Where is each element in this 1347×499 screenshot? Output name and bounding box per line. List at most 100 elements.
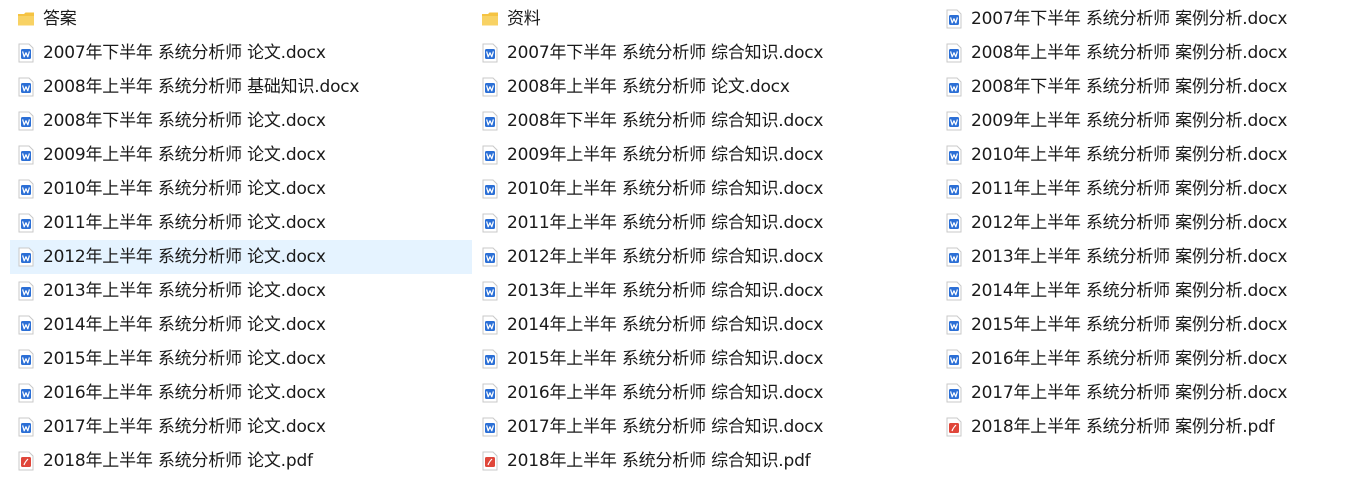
file-item[interactable]: 2013年上半年 系统分析师 论文.docx (10, 274, 472, 308)
word-doc-icon (945, 8, 963, 30)
word-doc-icon-graphic (946, 145, 962, 165)
word-doc-icon-graphic (482, 281, 498, 301)
file-item[interactable]: 2017年上半年 系统分析师 案例分析.docx (938, 376, 1347, 410)
file-item[interactable]: 2018年上半年 系统分析师 论文.pdf (10, 444, 472, 478)
file-item[interactable]: 2008年上半年 系统分析师 案例分析.docx (938, 36, 1347, 70)
file-item[interactable]: 2009年上半年 系统分析师 综合知识.docx (474, 138, 936, 172)
file-item[interactable]: 2015年上半年 系统分析师 综合知识.docx (474, 342, 936, 376)
word-doc-icon-graphic (946, 349, 962, 369)
file-name-label: 2009年上半年 系统分析师 论文.docx (43, 145, 326, 165)
file-name-label: 2011年上半年 系统分析师 综合知识.docx (507, 213, 824, 233)
word-doc-icon (945, 280, 963, 302)
file-name-label: 2015年上半年 系统分析师 论文.docx (43, 349, 326, 369)
file-item[interactable]: 2011年上半年 系统分析师 案例分析.docx (938, 172, 1347, 206)
word-doc-icon-graphic (482, 213, 498, 233)
file-item[interactable]: 2007年下半年 系统分析师 综合知识.docx (474, 36, 936, 70)
word-doc-icon-graphic (946, 9, 962, 29)
file-item[interactable]: 2016年上半年 系统分析师 论文.docx (10, 376, 472, 410)
file-item[interactable]: 2017年上半年 系统分析师 论文.docx (10, 410, 472, 444)
file-item[interactable]: 2011年上半年 系统分析师 综合知识.docx (474, 206, 936, 240)
word-doc-icon (17, 348, 35, 370)
word-doc-icon (481, 110, 499, 132)
word-doc-icon (17, 314, 35, 336)
file-item[interactable]: 2017年上半年 系统分析师 综合知识.docx (474, 410, 936, 444)
file-item[interactable]: 2010年上半年 系统分析师 综合知识.docx (474, 172, 936, 206)
word-doc-icon (17, 382, 35, 404)
word-doc-icon (17, 42, 35, 64)
word-doc-icon-graphic (482, 247, 498, 267)
file-name-label: 2018年上半年 系统分析师 综合知识.pdf (507, 451, 811, 471)
file-item[interactable]: 2014年上半年 系统分析师 论文.docx (10, 308, 472, 342)
word-doc-icon-graphic (18, 111, 34, 131)
word-doc-icon (945, 246, 963, 268)
word-doc-icon-graphic (946, 179, 962, 199)
word-doc-icon-graphic (18, 281, 34, 301)
file-name-label: 2008年上半年 系统分析师 基础知识.docx (43, 77, 360, 97)
folder-icon (17, 8, 35, 30)
file-item[interactable]: 2018年上半年 系统分析师 案例分析.pdf (938, 410, 1347, 444)
file-name-label: 2013年上半年 系统分析师 案例分析.docx (971, 247, 1288, 267)
file-item[interactable]: 2008年下半年 系统分析师 案例分析.docx (938, 70, 1347, 104)
word-doc-icon-graphic (482, 111, 498, 131)
file-item[interactable]: 2010年上半年 系统分析师 案例分析.docx (938, 138, 1347, 172)
word-doc-icon (481, 178, 499, 200)
word-doc-icon (481, 314, 499, 336)
folder-item[interactable]: 资料 (474, 2, 936, 36)
file-item[interactable]: 2016年上半年 系统分析师 案例分析.docx (938, 342, 1347, 376)
file-item[interactable]: 2014年上半年 系统分析师 案例分析.docx (938, 274, 1347, 308)
file-item[interactable]: 2009年上半年 系统分析师 论文.docx (10, 138, 472, 172)
file-name-label: 2017年上半年 系统分析师 综合知识.docx (507, 417, 824, 437)
file-name-label: 2010年上半年 系统分析师 案例分析.docx (971, 145, 1288, 165)
file-item[interactable]: 2013年上半年 系统分析师 综合知识.docx (474, 274, 936, 308)
file-item[interactable]: 2015年上半年 系统分析师 论文.docx (10, 342, 472, 376)
file-item[interactable]: 2008年下半年 系统分析师 综合知识.docx (474, 104, 936, 138)
file-name-label: 资料 (507, 9, 541, 29)
file-name-label: 2017年上半年 系统分析师 论文.docx (43, 417, 326, 437)
file-item[interactable]: 2012年上半年 系统分析师 综合知识.docx (474, 240, 936, 274)
file-item[interactable]: 2011年上半年 系统分析师 论文.docx (10, 206, 472, 240)
word-doc-icon-graphic (946, 77, 962, 97)
word-doc-icon (481, 76, 499, 98)
word-doc-icon-graphic (946, 213, 962, 233)
word-doc-icon (17, 280, 35, 302)
file-name-label: 2008年上半年 系统分析师 论文.docx (507, 77, 790, 97)
file-name-label: 2012年上半年 系统分析师 综合知识.docx (507, 247, 824, 267)
file-name-label: 2011年上半年 系统分析师 案例分析.docx (971, 179, 1288, 199)
file-item[interactable]: 2007年下半年 系统分析师 案例分析.docx (938, 2, 1347, 36)
pdf-icon-graphic (946, 417, 962, 437)
word-doc-icon (17, 144, 35, 166)
word-doc-icon-graphic (18, 179, 34, 199)
file-name-label: 2010年上半年 系统分析师 论文.docx (43, 179, 326, 199)
file-item[interactable]: 2007年下半年 系统分析师 论文.docx (10, 36, 472, 70)
word-doc-icon (481, 416, 499, 438)
word-doc-icon-graphic (18, 417, 34, 437)
file-item[interactable]: 2016年上半年 系统分析师 综合知识.docx (474, 376, 936, 410)
file-item[interactable]: 2008年上半年 系统分析师 论文.docx (474, 70, 936, 104)
file-item[interactable]: 2012年上半年 系统分析师 案例分析.docx (938, 206, 1347, 240)
file-item[interactable]: 2018年上半年 系统分析师 综合知识.pdf (474, 444, 936, 478)
file-item[interactable]: 2015年上半年 系统分析师 案例分析.docx (938, 308, 1347, 342)
file-item[interactable]: 2008年上半年 系统分析师 基础知识.docx (10, 70, 472, 104)
file-name-label: 2011年上半年 系统分析师 论文.docx (43, 213, 326, 233)
file-item[interactable]: 2012年上半年 系统分析师 论文.docx (10, 240, 472, 274)
folder-item[interactable]: 答案 (10, 2, 472, 36)
file-name-label: 2007年下半年 系统分析师 案例分析.docx (971, 9, 1288, 29)
file-item[interactable]: 2009年上半年 系统分析师 案例分析.docx (938, 104, 1347, 138)
file-column-3: 2007年下半年 系统分析师 案例分析.docx 2008年上半年 系统分析师 案… (938, 2, 1347, 444)
file-item[interactable]: 2013年上半年 系统分析师 案例分析.docx (938, 240, 1347, 274)
file-name-label: 2010年上半年 系统分析师 综合知识.docx (507, 179, 824, 199)
file-item[interactable]: 2014年上半年 系统分析师 综合知识.docx (474, 308, 936, 342)
file-item[interactable]: 2010年上半年 系统分析师 论文.docx (10, 172, 472, 206)
file-name-label: 2012年上半年 系统分析师 论文.docx (43, 247, 326, 267)
file-name-label: 2018年上半年 系统分析师 论文.pdf (43, 451, 313, 471)
file-name-label: 2015年上半年 系统分析师 案例分析.docx (971, 315, 1288, 335)
file-name-label: 2016年上半年 系统分析师 综合知识.docx (507, 383, 824, 403)
file-name-label: 2018年上半年 系统分析师 案例分析.pdf (971, 417, 1275, 437)
word-doc-icon-graphic (946, 111, 962, 131)
file-item[interactable]: 2008年下半年 系统分析师 论文.docx (10, 104, 472, 138)
word-doc-icon-graphic (18, 383, 34, 403)
word-doc-icon-graphic (946, 247, 962, 267)
file-name-label: 2014年上半年 系统分析师 论文.docx (43, 315, 326, 335)
word-doc-icon (17, 178, 35, 200)
word-doc-icon-graphic (18, 43, 34, 63)
